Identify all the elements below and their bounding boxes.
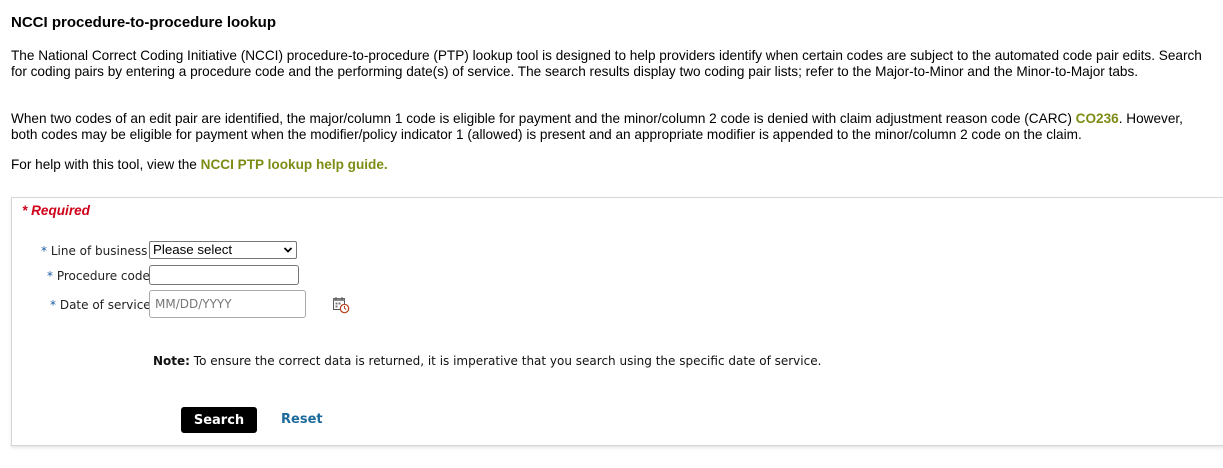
carc-paragraph-text: When two codes of an edit pair are ident…: [11, 111, 1076, 126]
line-of-business-selected: Please select: [153, 242, 233, 257]
required-star: *: [47, 269, 53, 283]
carc-paragraph: When two codes of an edit pair are ident…: [11, 111, 1211, 143]
date-of-service-note: Note: To ensure the correct data is retu…: [153, 354, 821, 368]
line-of-business-label-text: Line of business: [50, 244, 148, 258]
note-text: To ensure the correct data is returned, …: [189, 354, 822, 368]
chevron-down-icon: [283, 247, 293, 253]
line-of-business-label: * Line of business: [41, 244, 147, 258]
search-form-panel: * Required * Line of business Please sel…: [11, 197, 1223, 446]
required-star: *: [50, 298, 56, 312]
help-prefix-text: For help with this tool, view the: [11, 157, 201, 172]
date-of-service-input[interactable]: [149, 290, 306, 318]
procedure-code-input[interactable]: [149, 265, 299, 285]
page-title: NCCI procedure-to-procedure lookup: [11, 14, 277, 31]
required-note: * Required: [22, 203, 90, 218]
procedure-code-label-text: Procedure code: [56, 269, 150, 283]
required-star: *: [41, 244, 47, 258]
intro-paragraph: The National Correct Coding Initiative (…: [11, 48, 1202, 79]
reset-link[interactable]: Reset: [281, 412, 323, 427]
help-guide-link[interactable]: NCCI PTP lookup help guide.: [201, 157, 388, 172]
procedure-code-label: * Procedure code: [47, 269, 150, 283]
search-button[interactable]: Search: [181, 407, 257, 433]
co236-link[interactable]: CO236: [1076, 111, 1119, 126]
line-of-business-select[interactable]: Please select: [149, 241, 297, 259]
help-paragraph: For help with this tool, view the NCCI P…: [11, 157, 1211, 173]
note-label: Note:: [153, 354, 190, 368]
date-of-service-label-text: Date of service: [59, 298, 151, 312]
ncci-lookup-page: NCCI procedure-to-procedure lookup The N…: [0, 0, 1223, 468]
date-of-service-label: * Date of service: [50, 298, 151, 312]
calendar-icon[interactable]: [332, 296, 350, 314]
